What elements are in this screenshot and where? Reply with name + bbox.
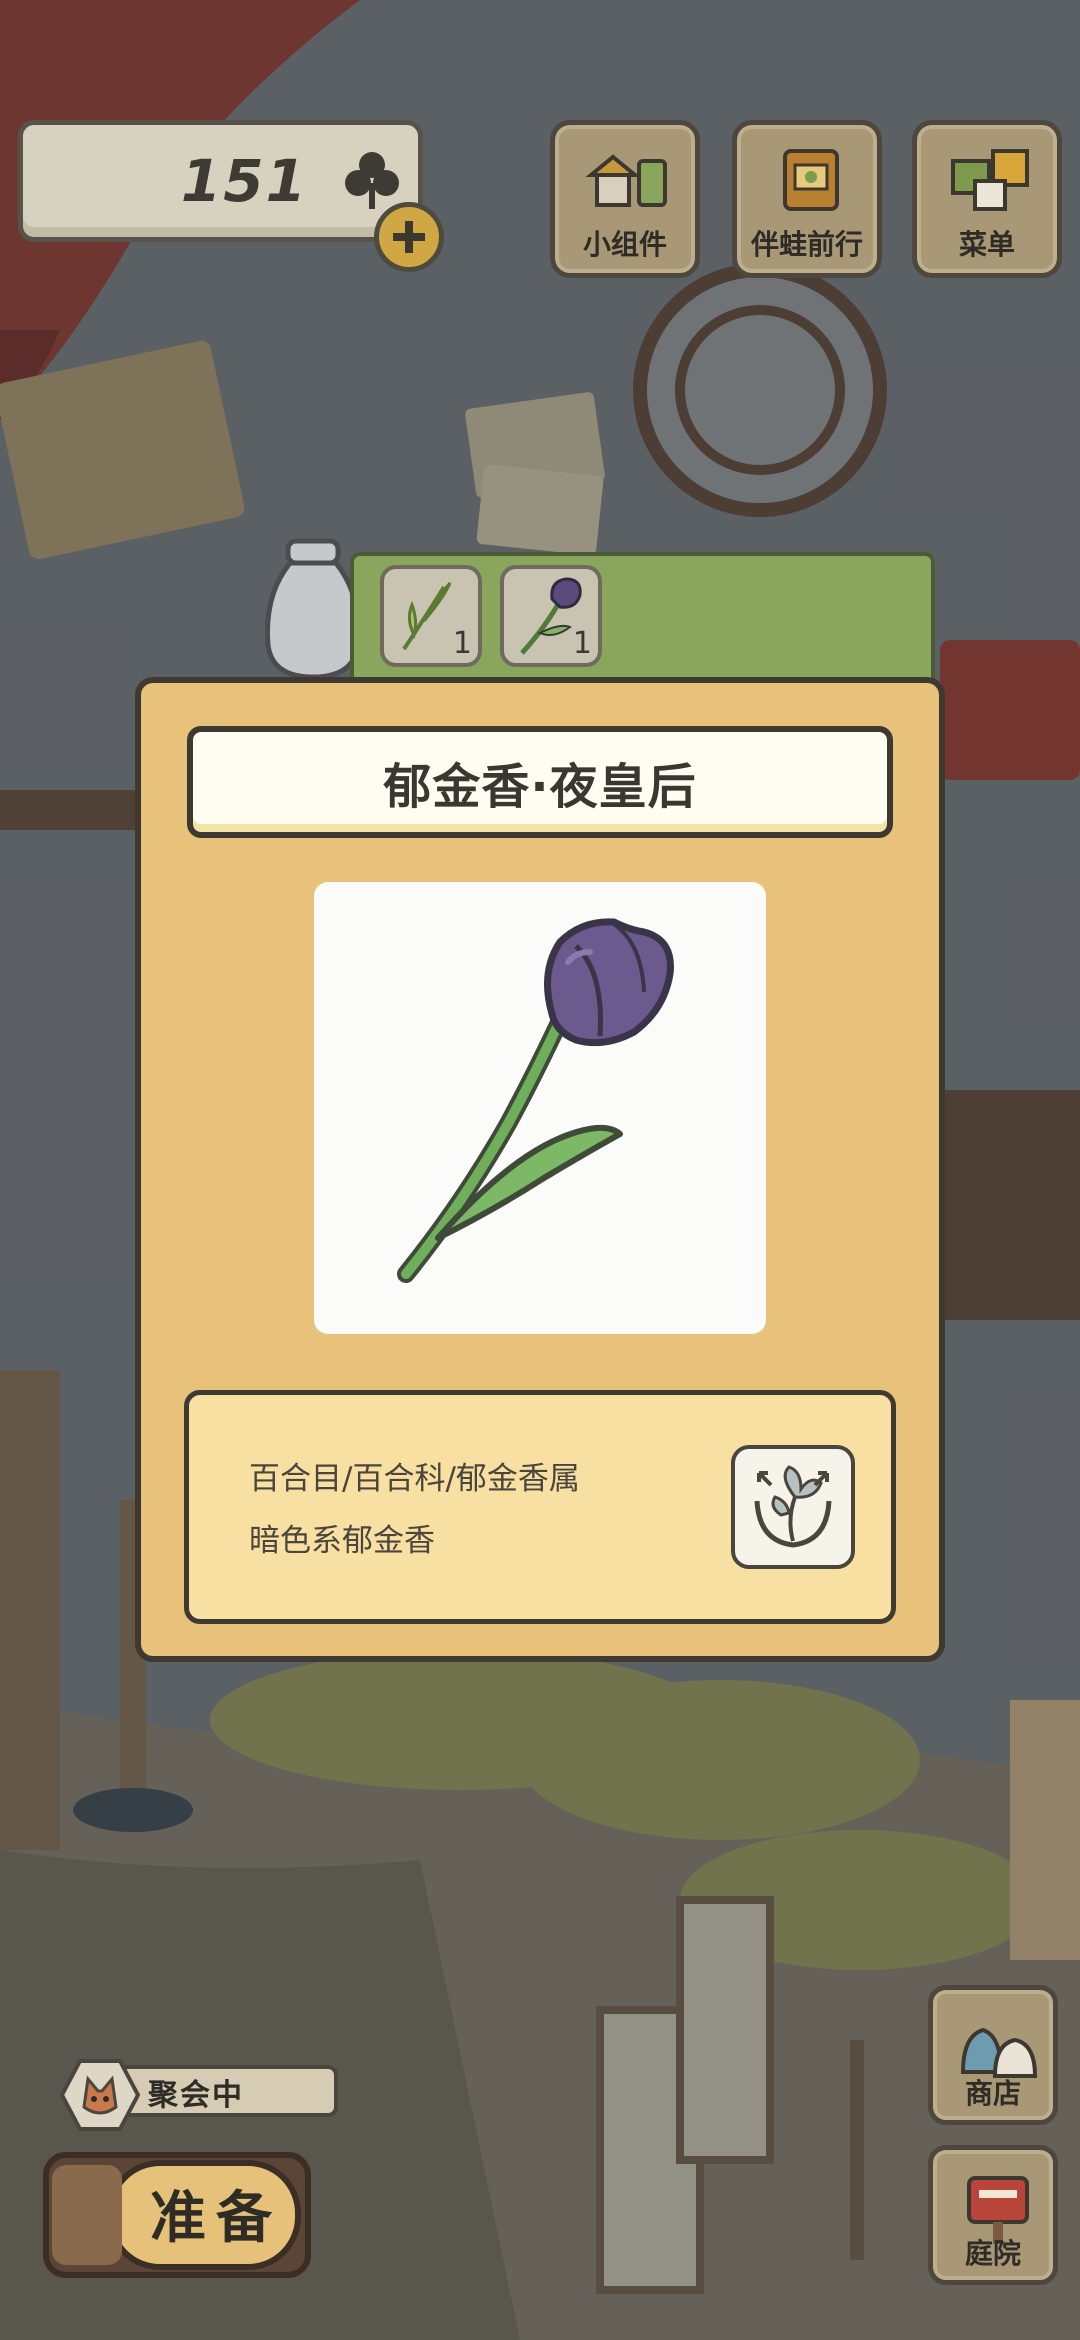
- specimen-tab-sprout[interactable]: 1: [380, 565, 482, 667]
- specimen-tab-tulip[interactable]: 1: [500, 565, 602, 667]
- clover-count: 151: [180, 147, 308, 215]
- add-clover-button[interactable]: [374, 202, 444, 272]
- description-text: 暗色系郁金香: [249, 1523, 435, 1559]
- tulip-count: 1: [572, 626, 592, 661]
- shop-label: 商店: [964, 2077, 1021, 2110]
- clover-icon: [345, 152, 399, 209]
- specimen-title-box: 郁金香·夜皇后: [187, 726, 893, 838]
- menu-label: 菜单: [958, 228, 1015, 261]
- party-label: 聚会中: [148, 2078, 244, 2113]
- widget-label: 小组件: [582, 228, 667, 261]
- sprout-count: 1: [452, 626, 472, 661]
- taxonomy-text: 百合目/百合科/郁金香属: [249, 1461, 580, 1497]
- fox-avatar-icon: [59, 2059, 141, 2131]
- journey-label: 伴蛙前行: [750, 228, 863, 261]
- clover-counter: 151: [18, 120, 423, 242]
- yard-label: 庭院: [964, 2237, 1021, 2270]
- tulip-illustration: [397, 918, 674, 1283]
- menu-button[interactable]: 菜单: [912, 120, 1062, 278]
- prepare-label: 准备: [150, 2186, 282, 2251]
- widget-icon: [585, 154, 667, 207]
- specimen-description-box: 百合目/百合科/郁金香属 暗色系郁金香: [184, 1390, 896, 1624]
- yard-button[interactable]: 庭院: [928, 2145, 1058, 2285]
- menu-cards-icon: [951, 149, 1029, 211]
- widget-button[interactable]: 小组件: [550, 120, 700, 278]
- party-status[interactable]: 聚会中: [58, 2057, 338, 2131]
- shop-button[interactable]: 商店: [928, 1985, 1058, 2125]
- journey-book-icon: [783, 149, 839, 211]
- plus-icon: [393, 221, 425, 253]
- specimen-image-card: [314, 882, 766, 1334]
- prepare-button[interactable]: 准备: [40, 2145, 315, 2285]
- journey-button[interactable]: 伴蛙前行: [732, 120, 882, 278]
- share-specimen-button[interactable]: [731, 1445, 855, 1569]
- specimen-title: 郁金香·夜皇后: [383, 759, 697, 815]
- share-flower-icon: [754, 1465, 832, 1548]
